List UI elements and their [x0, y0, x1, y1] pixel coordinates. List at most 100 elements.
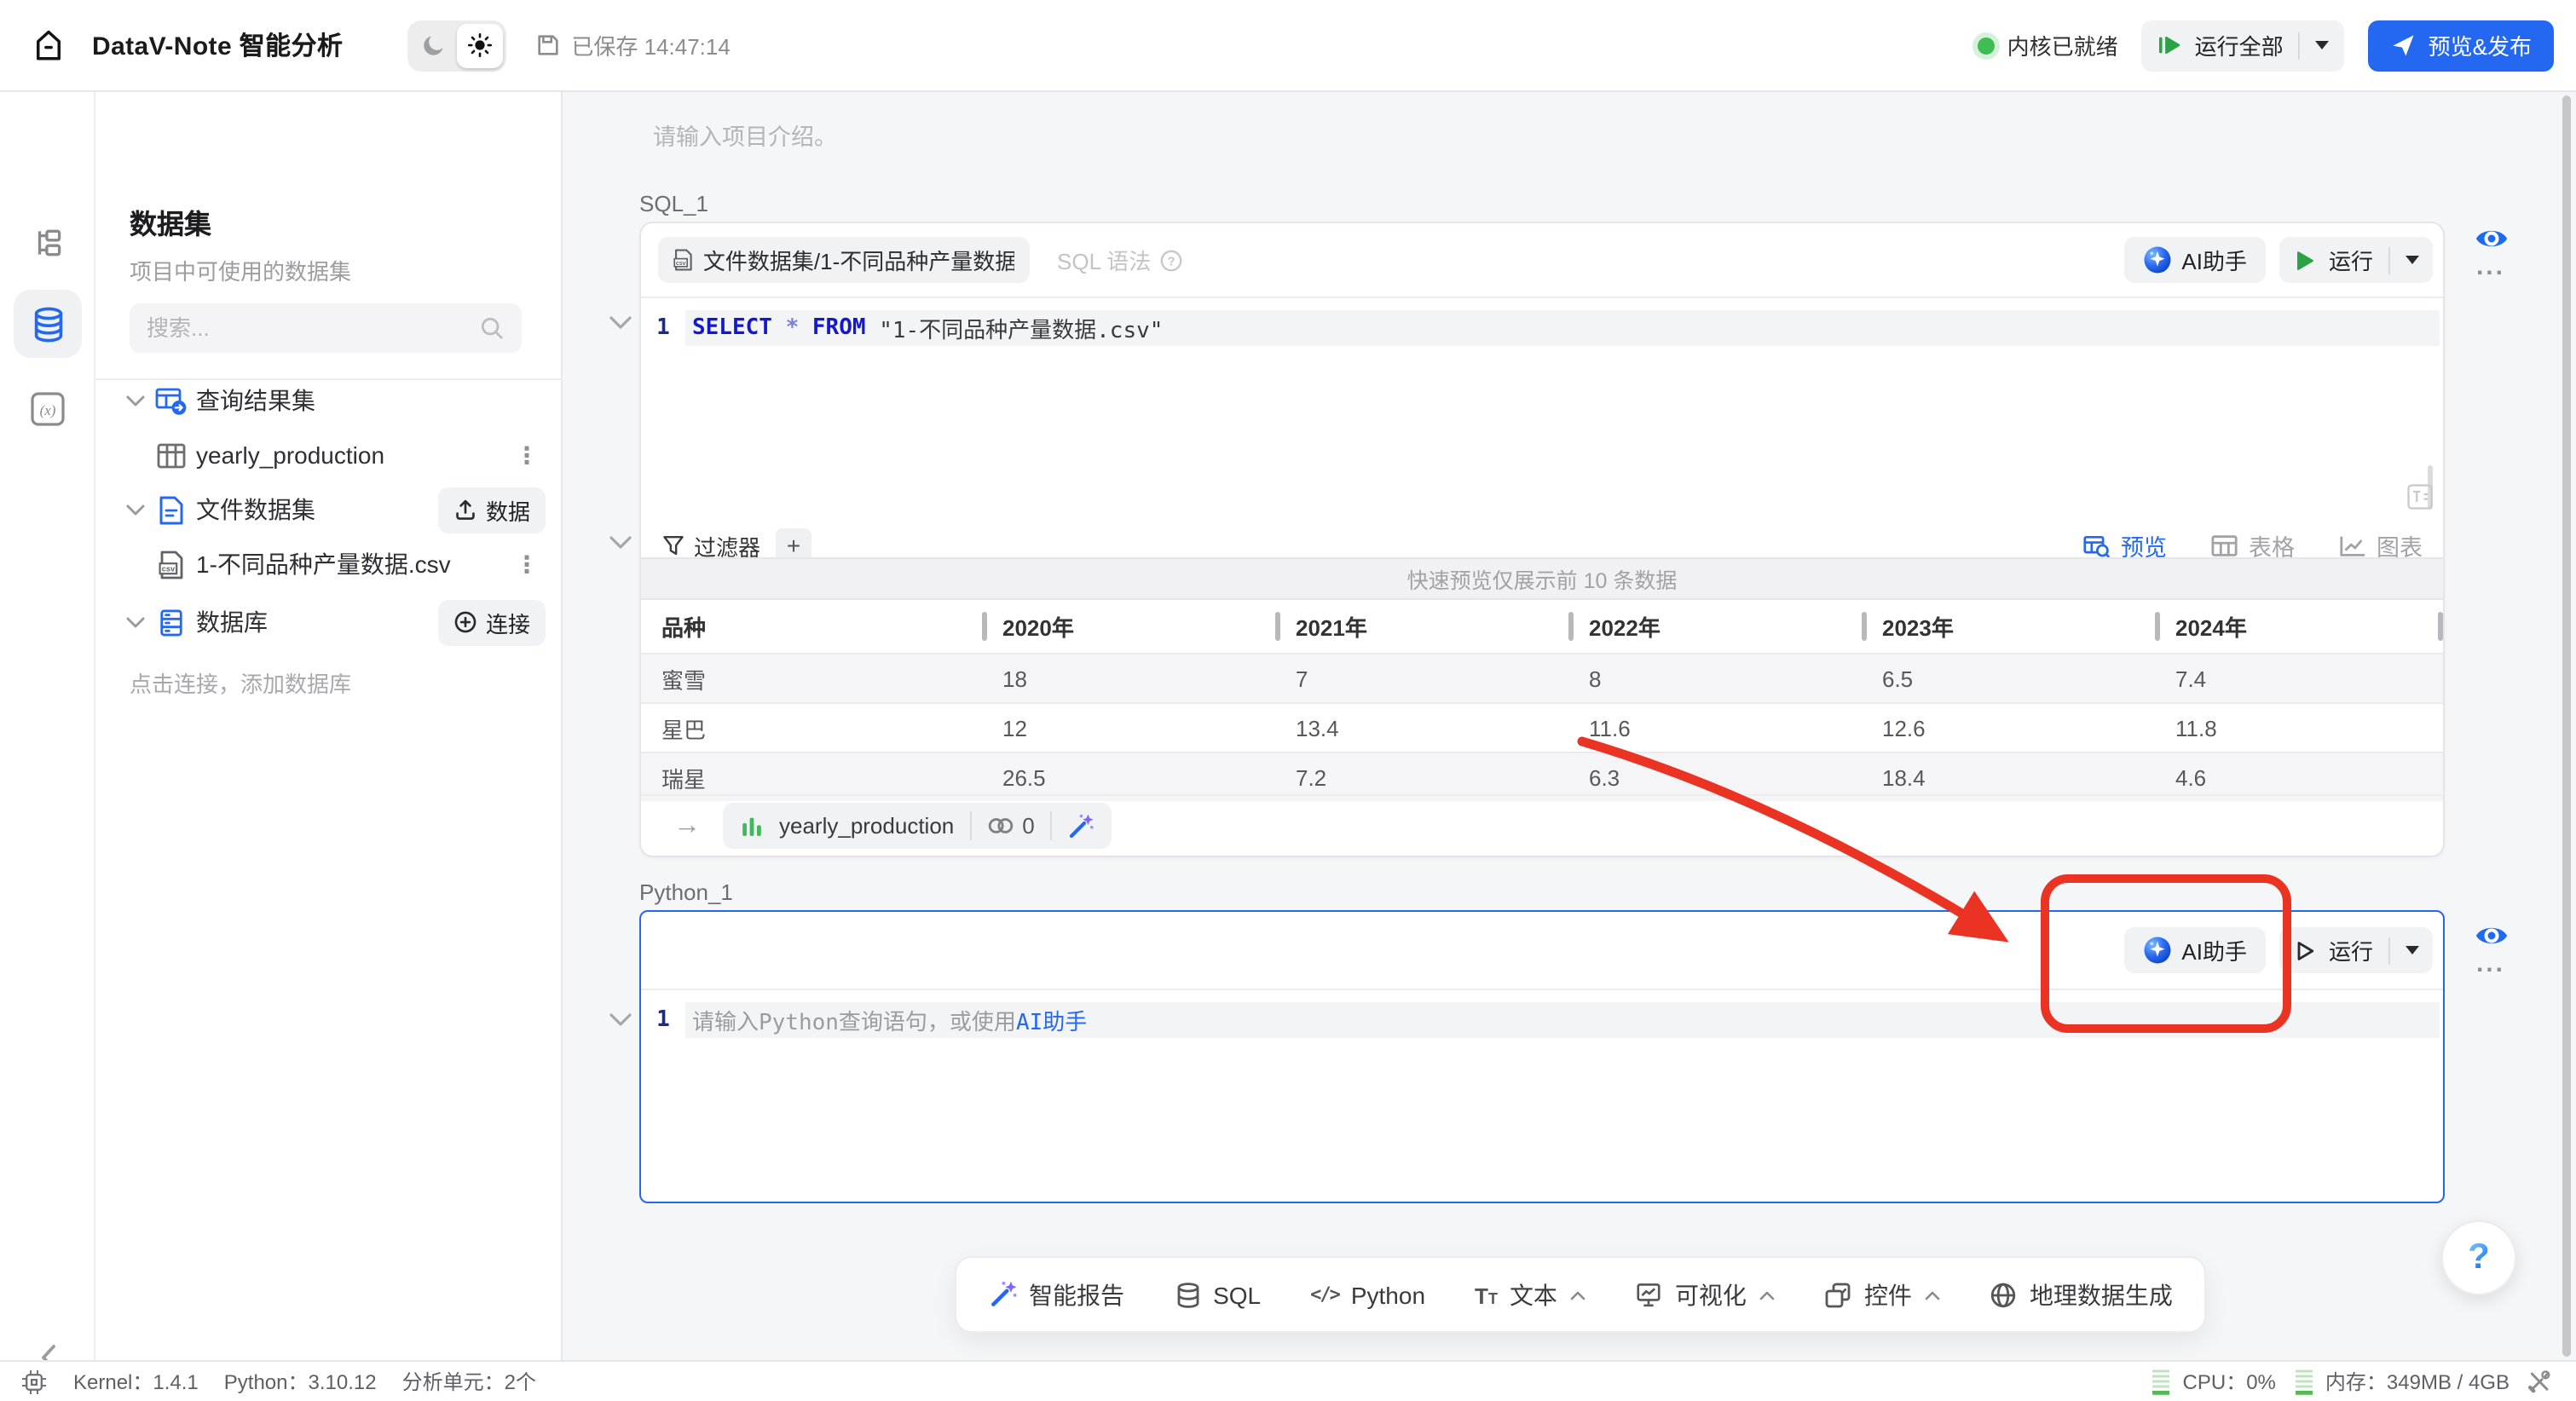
memory-usage-text: 内存：349MB / 4GB: [2325, 1367, 2510, 1396]
project-intro-placeholder[interactable]: 请输入项目介绍。: [653, 118, 837, 152]
kernel-status: 内核已就绪: [1978, 29, 2118, 61]
run-dropdown-caret[interactable]: [2406, 946, 2419, 954]
tree-group-databases[interactable]: 数据库 连接: [95, 597, 563, 648]
ai-assistant-button[interactable]: AI助手: [2123, 237, 2266, 283]
run-all-button[interactable]: 运行全部: [2142, 20, 2345, 71]
memory-usage: 内存：349MB / 4GB: [2293, 1367, 2510, 1396]
sql-code-editor[interactable]: 1 SELECT * FROM "1-不同品种产量数据.csv": [641, 298, 2443, 346]
sql-keyword: SELECT: [692, 315, 772, 341]
ai-sparkle-icon: [2142, 245, 2171, 274]
sql-cell: csv 文件数据集/1-不同品种产量数据.csv SQL 语法 ? AI助手 运…: [639, 222, 2445, 857]
caret-down-icon[interactable]: [126, 395, 147, 406]
more-options-icon[interactable]: ...: [2476, 958, 2505, 971]
rail-item-outline[interactable]: [14, 208, 82, 276]
source-dataset-tag[interactable]: csv 文件数据集/1-不同品种产量数据.csv: [658, 237, 1030, 283]
table-cell: 7: [1275, 654, 1568, 702]
caret-down-icon[interactable]: [126, 616, 147, 628]
sql-code-line[interactable]: SELECT * FROM "1-不同品种产量数据.csv": [685, 310, 2440, 346]
pill-divider: [1050, 811, 1052, 840]
output-dataset-pill[interactable]: yearly_production 0: [723, 803, 1112, 849]
toolbar-item-smart-report[interactable]: 智能报告: [988, 1277, 1124, 1312]
link-icon: [986, 816, 1014, 835]
toolbar-item-python[interactable]: </> Python: [1310, 1281, 1425, 1308]
toolbar-item-visualization[interactable]: 可视化: [1636, 1277, 1776, 1312]
sql-output-row: → yearly_production 0: [641, 794, 2443, 856]
text-format-icon[interactable]: [2407, 484, 2433, 518]
run-all-dropdown-caret[interactable]: [2316, 41, 2330, 49]
page-scrollbar[interactable]: [2562, 95, 2571, 1357]
sql-star: *: [786, 315, 800, 341]
table-cell: 12: [982, 704, 1275, 752]
python-cell-label[interactable]: Python_1: [639, 879, 733, 905]
connect-database-button[interactable]: 连接: [438, 599, 546, 645]
collapse-result-chevron-icon[interactable]: [609, 528, 632, 544]
run-python-button[interactable]: 运行: [2279, 927, 2433, 973]
play-outline-icon: [2293, 938, 2317, 962]
query-result-set-icon: [153, 386, 188, 415]
column-header[interactable]: 2021年: [1275, 600, 1568, 653]
tree-group-query-results[interactable]: 查询结果集: [95, 375, 563, 426]
run-dropdown-caret[interactable]: [2406, 256, 2419, 264]
collapse-code-chevron-icon[interactable]: [609, 1006, 632, 1021]
theme-toggle[interactable]: [407, 20, 506, 71]
kebab-menu-icon[interactable]: ⋮: [515, 556, 539, 573]
column-header[interactable]: 2022年: [1568, 600, 1862, 653]
toolbar-item-text[interactable]: TT 文本: [1475, 1277, 1586, 1312]
caret-down-icon[interactable]: [126, 504, 147, 516]
output-dataset-name: yearly_production: [779, 813, 954, 839]
python-version: Python：3.10.12: [224, 1367, 377, 1396]
rail-item-functions[interactable]: (x): [14, 375, 82, 443]
send-icon: [2391, 32, 2417, 58]
toolbar-item-geo-data[interactable]: 地理数据生成: [1990, 1277, 2173, 1312]
python-placeholder-ai-link[interactable]: AI助手: [1016, 1004, 1087, 1036]
column-header[interactable]: 2024年: [2155, 600, 2443, 653]
save-status: 已保存 14:47:14: [535, 29, 730, 61]
dark-mode-segment[interactable]: [411, 23, 457, 67]
column-header[interactable]: 品种: [641, 600, 982, 653]
kebab-menu-icon[interactable]: ⋮: [515, 447, 539, 464]
home-button[interactable]: [22, 20, 73, 71]
more-options-icon[interactable]: ...: [2476, 261, 2505, 274]
svg-text:csv: csv: [676, 261, 686, 267]
kernel-version: Kernel：1.4.1: [73, 1367, 199, 1396]
function-icon: (x): [29, 390, 66, 428]
chevron-up-icon: [1571, 1289, 1586, 1300]
eye-visibility-icon[interactable]: [2473, 922, 2509, 949]
question-circle-icon[interactable]: ?: [1159, 248, 1183, 272]
table-cell: 7.4: [2155, 654, 2443, 702]
collapse-code-chevron-icon[interactable]: [609, 308, 632, 324]
search-input[interactable]: [147, 315, 479, 341]
rail-item-datasets[interactable]: [14, 290, 82, 358]
bars-icon: [740, 814, 764, 838]
cpu-gauge-icon: [2151, 1368, 2173, 1395]
run-sql-button[interactable]: 运行: [2279, 237, 2433, 283]
magic-wand-icon[interactable]: [1067, 812, 1095, 839]
icon-rail: (x): [0, 92, 95, 1360]
tree-item-csv-file[interactable]: csv 1-不同品种产量数据.csv ⋮: [95, 539, 563, 590]
kernel-ready-dot: [1978, 37, 1996, 54]
csv-file-icon: csv: [153, 550, 188, 579]
help-button[interactable]: ?: [2441, 1220, 2516, 1295]
toolbar-item-sql[interactable]: SQL: [1174, 1281, 1261, 1308]
eye-visibility-icon[interactable]: [2473, 225, 2509, 252]
toolbar-label: 控件: [1864, 1277, 1912, 1312]
chevron-up-icon: [1760, 1289, 1776, 1300]
tree-item-yearly-production[interactable]: yearly_production ⋮: [95, 430, 563, 481]
sql-cell-label[interactable]: SQL_1: [639, 191, 708, 216]
button-divider: [2388, 937, 2390, 964]
notebook-canvas: 请输入项目介绍。 SQL_1 csv 文件数据集/1-不同品种产量数据.csv …: [564, 92, 2576, 1360]
link-count[interactable]: 0: [986, 813, 1034, 839]
dataset-search[interactable]: [130, 303, 522, 353]
column-header[interactable]: 2020年: [982, 600, 1275, 653]
column-header[interactable]: 2023年: [1862, 600, 2155, 653]
tree-group-file-datasets[interactable]: 文件数据集 数据: [95, 484, 563, 535]
preview-publish-button[interactable]: 预览&发布: [2369, 20, 2554, 71]
globe-icon: [1990, 1281, 2018, 1308]
tools-icon[interactable]: [2527, 1369, 2552, 1394]
sidebar-title: 数据集: [130, 201, 211, 242]
tree-group-label: 文件数据集: [196, 493, 315, 527]
upload-data-button[interactable]: 数据: [438, 487, 546, 533]
table-cell: 11.8: [2155, 704, 2443, 752]
light-mode-segment[interactable]: [457, 23, 503, 67]
toolbar-item-widgets[interactable]: 控件: [1825, 1277, 1941, 1312]
